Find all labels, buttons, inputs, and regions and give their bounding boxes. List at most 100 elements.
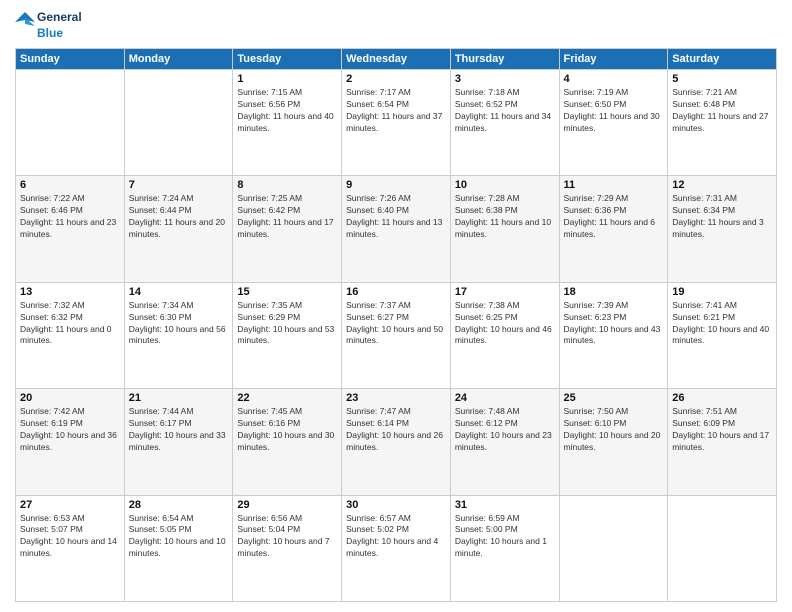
logo-blue-text: Blue bbox=[37, 26, 82, 42]
calendar-cell: 19 Sunrise: 7:41 AM Sunset: 6:21 PM Dayli… bbox=[668, 282, 777, 388]
calendar-cell: 12 Sunrise: 7:31 AM Sunset: 6:34 PM Dayli… bbox=[668, 176, 777, 282]
day-number: 1 bbox=[237, 73, 337, 85]
calendar-week-row: 13 Sunrise: 7:32 AM Sunset: 6:32 PM Dayli… bbox=[16, 282, 777, 388]
day-number: 16 bbox=[346, 286, 446, 298]
calendar-cell: 29Sunrise: 6:56 AM Sunset: 5:04 PM Dayli… bbox=[233, 495, 342, 601]
day-info: Sunrise: 7:45 AM Sunset: 6:16 PM Dayligh… bbox=[237, 406, 337, 454]
day-info: Sunrise: 7:28 AM Sunset: 6:38 PM Dayligh… bbox=[455, 193, 555, 241]
day-number: 9 bbox=[346, 179, 446, 191]
day-number: 26 bbox=[672, 392, 772, 404]
day-info: Sunrise: 7:47 AM Sunset: 6:14 PM Dayligh… bbox=[346, 406, 446, 454]
weekday-header-saturday: Saturday bbox=[668, 49, 777, 70]
day-number: 13 bbox=[20, 286, 120, 298]
weekday-header-thursday: Thursday bbox=[450, 49, 559, 70]
day-number: 2 bbox=[346, 73, 446, 85]
day-info: Sunrise: 7:15 AM Sunset: 6:56 PM Dayligh… bbox=[237, 87, 337, 135]
calendar-cell bbox=[124, 70, 233, 176]
calendar-cell: 23 Sunrise: 7:47 AM Sunset: 6:14 PM Dayli… bbox=[342, 389, 451, 495]
calendar-cell: 6 Sunrise: 7:22 AM Sunset: 6:46 PM Daylig… bbox=[16, 176, 125, 282]
day-info: Sunrise: 7:19 AM Sunset: 6:50 PM Dayligh… bbox=[564, 87, 664, 135]
day-number: 23 bbox=[346, 392, 446, 404]
day-number: 31 bbox=[455, 499, 555, 511]
day-info: Sunrise: 7:41 AM Sunset: 6:21 PM Dayligh… bbox=[672, 300, 772, 348]
day-number: 20 bbox=[20, 392, 120, 404]
day-number: 14 bbox=[129, 286, 229, 298]
day-number: 5 bbox=[672, 73, 772, 85]
day-number: 18 bbox=[564, 286, 664, 298]
logo-bird-icon bbox=[15, 10, 35, 42]
day-number: 27 bbox=[20, 499, 120, 511]
day-info: Sunrise: 6:57 AM Sunset: 5:02 PM Dayligh… bbox=[346, 513, 446, 561]
day-info: Sunrise: 6:54 AM Sunset: 5:05 PM Dayligh… bbox=[129, 513, 229, 561]
day-info: Sunrise: 7:25 AM Sunset: 6:42 PM Dayligh… bbox=[237, 193, 337, 241]
day-info: Sunrise: 7:35 AM Sunset: 6:29 PM Dayligh… bbox=[237, 300, 337, 348]
day-info: Sunrise: 7:38 AM Sunset: 6:25 PM Dayligh… bbox=[455, 300, 555, 348]
calendar-cell: 5 Sunrise: 7:21 AM Sunset: 6:48 PM Daylig… bbox=[668, 70, 777, 176]
day-info: Sunrise: 6:59 AM Sunset: 5:00 PM Dayligh… bbox=[455, 513, 555, 561]
calendar-cell: 21 Sunrise: 7:44 AM Sunset: 6:17 PM Dayli… bbox=[124, 389, 233, 495]
calendar-cell: 26 Sunrise: 7:51 AM Sunset: 6:09 PM Dayli… bbox=[668, 389, 777, 495]
day-number: 11 bbox=[564, 179, 664, 191]
calendar-cell: 16Sunrise: 7:37 AM Sunset: 6:27 PM Dayli… bbox=[342, 282, 451, 388]
calendar-week-row: 27 Sunrise: 6:53 AM Sunset: 5:07 PM Dayli… bbox=[16, 495, 777, 601]
day-number: 22 bbox=[237, 392, 337, 404]
day-number: 15 bbox=[237, 286, 337, 298]
calendar-cell: 18 Sunrise: 7:39 AM Sunset: 6:23 PM Dayli… bbox=[559, 282, 668, 388]
calendar-cell: 8Sunrise: 7:25 AM Sunset: 6:42 PM Daylig… bbox=[233, 176, 342, 282]
calendar-cell: 14 Sunrise: 7:34 AM Sunset: 6:30 PM Dayli… bbox=[124, 282, 233, 388]
calendar-cell: 7Sunrise: 7:24 AM Sunset: 6:44 PM Daylig… bbox=[124, 176, 233, 282]
calendar-week-row: 6 Sunrise: 7:22 AM Sunset: 6:46 PM Daylig… bbox=[16, 176, 777, 282]
day-info: Sunrise: 7:34 AM Sunset: 6:30 PM Dayligh… bbox=[129, 300, 229, 348]
day-info: Sunrise: 7:44 AM Sunset: 6:17 PM Dayligh… bbox=[129, 406, 229, 454]
calendar-cell: 9Sunrise: 7:26 AM Sunset: 6:40 PM Daylig… bbox=[342, 176, 451, 282]
calendar-cell bbox=[668, 495, 777, 601]
day-info: Sunrise: 7:50 AM Sunset: 6:10 PM Dayligh… bbox=[564, 406, 664, 454]
day-info: Sunrise: 7:22 AM Sunset: 6:46 PM Dayligh… bbox=[20, 193, 120, 241]
calendar-week-row: 20Sunrise: 7:42 AM Sunset: 6:19 PM Dayli… bbox=[16, 389, 777, 495]
day-info: Sunrise: 7:48 AM Sunset: 6:12 PM Dayligh… bbox=[455, 406, 555, 454]
day-number: 24 bbox=[455, 392, 555, 404]
calendar-cell: 1 Sunrise: 7:15 AM Sunset: 6:56 PM Daylig… bbox=[233, 70, 342, 176]
calendar-cell: 31 Sunrise: 6:59 AM Sunset: 5:00 PM Dayli… bbox=[450, 495, 559, 601]
weekday-header-monday: Monday bbox=[124, 49, 233, 70]
day-number: 6 bbox=[20, 179, 120, 191]
calendar-cell: 30Sunrise: 6:57 AM Sunset: 5:02 PM Dayli… bbox=[342, 495, 451, 601]
day-number: 12 bbox=[672, 179, 772, 191]
day-info: Sunrise: 7:21 AM Sunset: 6:48 PM Dayligh… bbox=[672, 87, 772, 135]
calendar-cell: 27 Sunrise: 6:53 AM Sunset: 5:07 PM Dayli… bbox=[16, 495, 125, 601]
calendar-week-row: 1 Sunrise: 7:15 AM Sunset: 6:56 PM Daylig… bbox=[16, 70, 777, 176]
day-info: Sunrise: 7:39 AM Sunset: 6:23 PM Dayligh… bbox=[564, 300, 664, 348]
day-info: Sunrise: 7:51 AM Sunset: 6:09 PM Dayligh… bbox=[672, 406, 772, 454]
calendar-cell: 11Sunrise: 7:29 AM Sunset: 6:36 PM Dayli… bbox=[559, 176, 668, 282]
weekday-header-friday: Friday bbox=[559, 49, 668, 70]
header: General Blue bbox=[15, 10, 777, 42]
calendar-cell: 24 Sunrise: 7:48 AM Sunset: 6:12 PM Dayli… bbox=[450, 389, 559, 495]
weekday-header-row: SundayMondayTuesdayWednesdayThursdayFrid… bbox=[16, 49, 777, 70]
day-number: 3 bbox=[455, 73, 555, 85]
calendar-cell: 20Sunrise: 7:42 AM Sunset: 6:19 PM Dayli… bbox=[16, 389, 125, 495]
day-number: 28 bbox=[129, 499, 229, 511]
calendar-cell bbox=[16, 70, 125, 176]
day-info: Sunrise: 6:53 AM Sunset: 5:07 PM Dayligh… bbox=[20, 513, 120, 561]
calendar-cell bbox=[559, 495, 668, 601]
calendar-cell: 4Sunrise: 7:19 AM Sunset: 6:50 PM Daylig… bbox=[559, 70, 668, 176]
day-info: Sunrise: 7:31 AM Sunset: 6:34 PM Dayligh… bbox=[672, 193, 772, 241]
day-info: Sunrise: 7:32 AM Sunset: 6:32 PM Dayligh… bbox=[20, 300, 120, 348]
day-number: 21 bbox=[129, 392, 229, 404]
calendar-cell: 17Sunrise: 7:38 AM Sunset: 6:25 PM Dayli… bbox=[450, 282, 559, 388]
calendar-cell: 28 Sunrise: 6:54 AM Sunset: 5:05 PM Dayli… bbox=[124, 495, 233, 601]
calendar-cell: 13 Sunrise: 7:32 AM Sunset: 6:32 PM Dayli… bbox=[16, 282, 125, 388]
calendar-cell: 3 Sunrise: 7:18 AM Sunset: 6:52 PM Daylig… bbox=[450, 70, 559, 176]
day-info: Sunrise: 7:18 AM Sunset: 6:52 PM Dayligh… bbox=[455, 87, 555, 135]
calendar-cell: 15 Sunrise: 7:35 AM Sunset: 6:29 PM Dayli… bbox=[233, 282, 342, 388]
calendar-cell: 2 Sunrise: 7:17 AM Sunset: 6:54 PM Daylig… bbox=[342, 70, 451, 176]
calendar-cell: 22 Sunrise: 7:45 AM Sunset: 6:16 PM Dayli… bbox=[233, 389, 342, 495]
weekday-header-tuesday: Tuesday bbox=[233, 49, 342, 70]
day-number: 29 bbox=[237, 499, 337, 511]
calendar-cell: 10 Sunrise: 7:28 AM Sunset: 6:38 PM Dayli… bbox=[450, 176, 559, 282]
day-info: Sunrise: 7:17 AM Sunset: 6:54 PM Dayligh… bbox=[346, 87, 446, 135]
calendar-cell: 25Sunrise: 7:50 AM Sunset: 6:10 PM Dayli… bbox=[559, 389, 668, 495]
weekday-header-wednesday: Wednesday bbox=[342, 49, 451, 70]
day-number: 10 bbox=[455, 179, 555, 191]
day-number: 19 bbox=[672, 286, 772, 298]
